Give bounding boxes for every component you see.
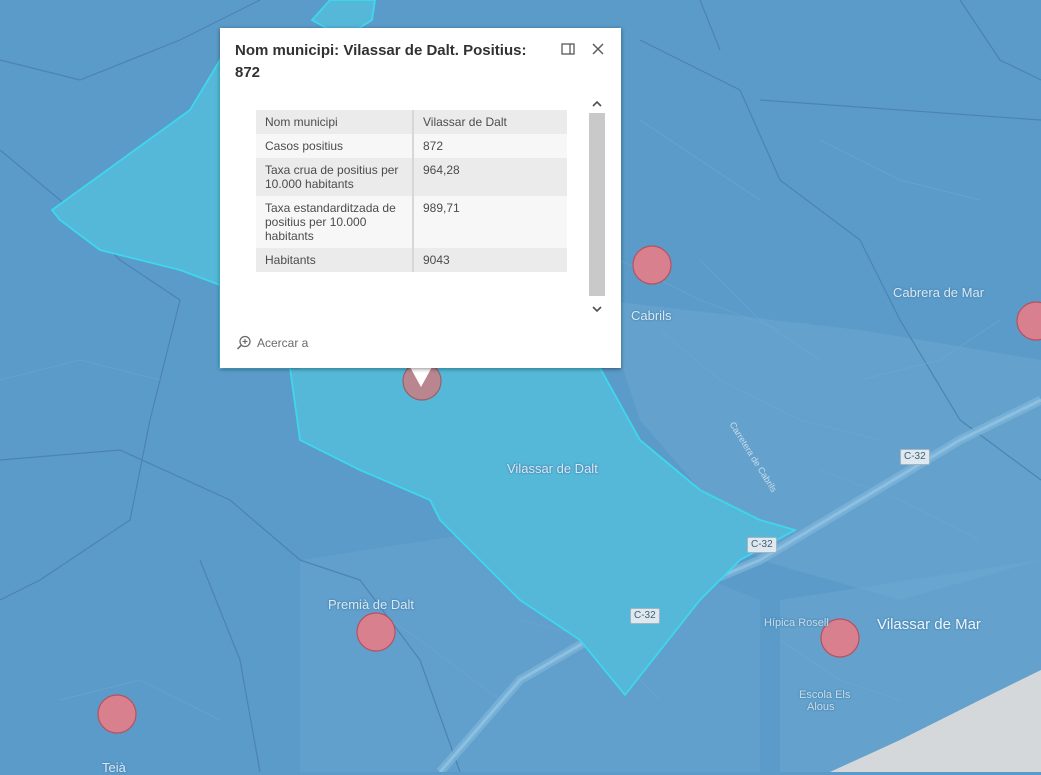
scrollbar-thumb[interactable] xyxy=(589,113,605,296)
popup-pointer xyxy=(410,367,432,387)
dock-panel-icon[interactable] xyxy=(559,40,577,58)
attribute-key: Taxa crua de positius per 10.000 habitan… xyxy=(256,158,414,196)
case-marker-premia-de-dalt[interactable] xyxy=(356,612,396,652)
table-row: Taxa estandarditzada de positius per 10.… xyxy=(256,196,567,248)
attribute-table: Nom municipi Vilassar de Dalt Casos posi… xyxy=(256,110,567,272)
zoom-to-button[interactable]: Acercar a xyxy=(236,334,308,352)
place-label-vilassar-de-dalt: Vilassar de Dalt xyxy=(507,461,598,476)
zoom-to-label: Acercar a xyxy=(257,336,309,350)
place-label-teia: Teià xyxy=(102,760,126,775)
popup-title: Nom municipi: Vilassar de Dalt. Positius… xyxy=(235,42,527,81)
attribute-value: 989,71 xyxy=(413,196,567,248)
poi-label-escola-line2: Alous xyxy=(807,701,835,713)
close-icon[interactable] xyxy=(589,40,607,58)
case-marker-teia[interactable] xyxy=(97,694,137,734)
poi-label-escola-line1: Escola Els xyxy=(799,689,851,701)
case-marker-cabrils[interactable] xyxy=(632,245,672,285)
attribute-key: Casos positius xyxy=(256,134,414,158)
place-label-cabrera-de-mar: Cabrera de Mar xyxy=(893,285,985,300)
table-row: Casos positius 872 xyxy=(256,134,567,158)
attribute-value: 872 xyxy=(413,134,567,158)
attribute-key: Habitants xyxy=(256,248,414,272)
popup-scrollbar[interactable] xyxy=(589,96,605,318)
attribute-value: Vilassar de Dalt xyxy=(413,110,567,134)
attribute-key: Taxa estandarditzada de positius per 10.… xyxy=(256,196,414,248)
popup-attribute-panel: Nom municipi Vilassar de Dalt Casos posi… xyxy=(256,110,568,282)
road-shield-c32: C-32 xyxy=(747,537,777,553)
table-row: Habitants 9043 xyxy=(256,248,567,272)
scroll-down-arrow-icon[interactable] xyxy=(589,301,605,317)
table-row: Nom municipi Vilassar de Dalt xyxy=(256,110,567,134)
road-shield-c32: C-32 xyxy=(630,608,660,624)
table-row: Taxa crua de positius per 10.000 habitan… xyxy=(256,158,567,196)
poi-label-hipica-rosell: Hípica Rosell xyxy=(764,617,829,629)
feature-popup: Nom municipi: Vilassar de Dalt. Positius… xyxy=(220,28,621,368)
place-label-cabrils: Cabrils xyxy=(631,308,672,323)
attribute-value: 9043 xyxy=(413,248,567,272)
zoom-in-icon xyxy=(236,335,251,350)
place-label-vilassar-de-mar: Vilassar de Mar xyxy=(877,616,981,633)
road-shield-c32: C-32 xyxy=(900,449,930,465)
scroll-up-arrow-icon[interactable] xyxy=(589,96,605,112)
attribute-value: 964,28 xyxy=(413,158,567,196)
attribute-key: Nom municipi xyxy=(256,110,414,134)
place-label-premia-de-dalt: Premià de Dalt xyxy=(328,597,414,612)
